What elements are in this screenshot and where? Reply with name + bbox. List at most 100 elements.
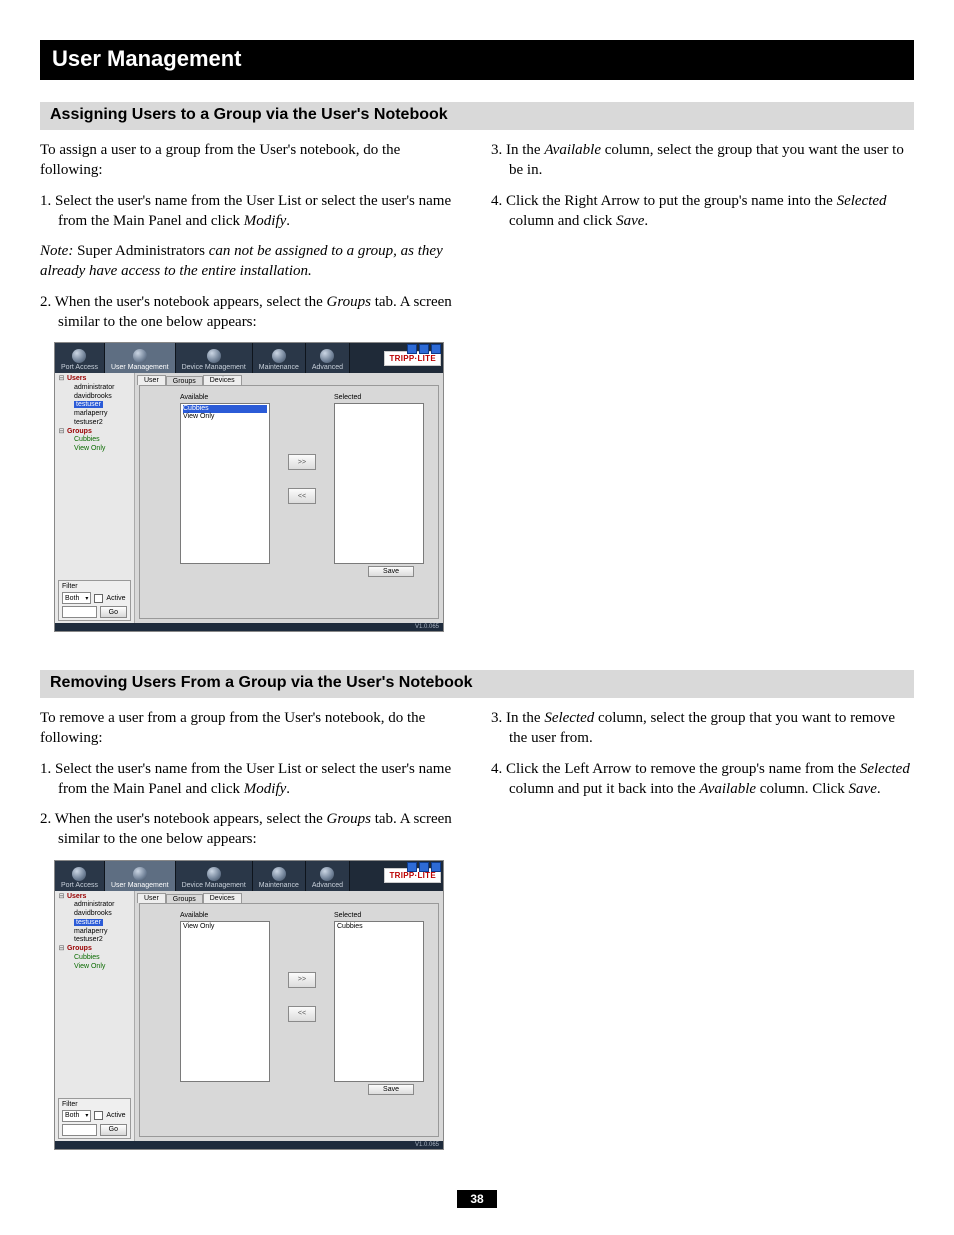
s2-step2: 2. When the user's notebook appears, sel… [40,809,463,850]
s1-step4-e: . [644,213,648,229]
filter-select[interactable]: Both▾ [62,592,91,604]
filter-active-label: Active [106,1112,125,1119]
subtab-user[interactable]: User [137,893,166,903]
tree-user-testuser[interactable]: testuser [58,919,131,928]
tree-user-testuser2[interactable]: testuser2 [58,419,131,428]
groups-panel: Available Cubbies View Only >> << [139,385,439,619]
dual-list: Available Cubbies View Only >> << [180,394,424,564]
page-number: 38 [457,1190,497,1208]
s2-step2-b: Groups [327,811,371,827]
available-listbox[interactable]: View Only [180,921,270,1082]
filter-text-input[interactable] [62,606,97,618]
s2-step3: 3. In the Selected column, select the gr… [491,708,914,749]
s2-step1-b: Modify [244,781,287,797]
available-item-cubbies[interactable]: Cubbies [183,405,267,413]
s2-step4-c: column and put it back into the [509,781,699,797]
subtab-devices[interactable]: Devices [203,375,242,385]
tree-group-viewonly[interactable]: View Only [58,963,131,972]
filter-active-checkbox[interactable] [94,594,103,603]
tree-groups[interactable]: ⊟ Groups [58,428,131,437]
dual-list: Available View Only >> << [180,912,424,1082]
selected-item-cubbies[interactable]: Cubbies [337,923,421,931]
filter-text-input[interactable] [62,1124,97,1136]
tab-user-management[interactable]: User Management [105,343,176,373]
filter-panel: Filter Both▾ Active Go [58,580,131,621]
s1-step1: 1. Select the user's name from the User … [40,191,463,232]
selected-listbox[interactable] [334,403,424,564]
tab-port-access[interactable]: Port Access [55,861,105,891]
s1-note: Note: Super Administrators can not be as… [40,241,463,282]
subtab-row: User Groups Devices [135,891,443,903]
shot2-sidebar: ⊟ Users administrator davidbrooks testus… [55,891,135,1141]
user-tree[interactable]: ⊟ Users administrator davidbrooks testus… [58,893,131,1098]
tree-user-david[interactable]: davidbrooks [58,393,131,402]
person-icon [133,349,147,363]
filter-active-checkbox[interactable] [94,1111,103,1120]
selected-listbox[interactable]: Cubbies [334,921,424,1082]
tree-user-admin[interactable]: administrator [58,384,131,393]
filter-go-button[interactable]: Go [100,606,127,618]
section1-left-col: To assign a user to a group from the Use… [40,140,463,642]
tab-maintenance-label: Maintenance [259,364,299,371]
tab-maintenance[interactable]: Maintenance [253,343,306,373]
user-tree[interactable]: ⊟ Users administrator davidbrooks testus… [58,375,131,580]
move-right-button[interactable]: >> [288,454,316,470]
person-icon [272,867,286,881]
tab-port-access[interactable]: Port Access [55,343,105,373]
available-label: Available [180,912,270,919]
tree-group-cubbies[interactable]: Cubbies [58,954,131,963]
section1-right-col: 3. In the Available column, select the g… [491,140,914,642]
filter-go-button[interactable]: Go [100,1124,127,1136]
s1-step1-b: Modify [244,213,287,229]
move-left-button[interactable]: << [288,1006,316,1022]
person-icon [72,867,86,881]
available-listbox[interactable]: Cubbies View Only [180,403,270,564]
tab-user-management[interactable]: User Management [105,861,176,891]
move-right-button[interactable]: >> [288,972,316,988]
s1-note-a: Note: [40,243,73,259]
tab-advanced[interactable]: Advanced [306,343,350,373]
s2-step4-f: Save [849,781,877,797]
person-icon [320,867,334,881]
document-page: User Management Assigning Users to a Gro… [0,0,954,1228]
s1-step3-a: 3. In the [491,142,544,158]
arrow-buttons: >> << [288,912,316,1082]
filter-select[interactable]: Both▾ [62,1110,91,1122]
s2-step2-a: 2. When the user's notebook appears, sel… [40,811,327,827]
tree-group-cubbies[interactable]: Cubbies [58,436,131,445]
available-item-viewonly[interactable]: View Only [183,413,267,421]
subtab-user[interactable]: User [137,375,166,385]
tree-user-testuser2[interactable]: testuser2 [58,936,131,945]
screenshot-assign: Port Access User Management Device Manag… [54,342,444,632]
available-item-viewonly[interactable]: View Only [183,923,267,931]
subtab-devices[interactable]: Devices [203,893,242,903]
section-heading-assign: Assigning Users to a Group via the User'… [40,102,914,130]
tree-user-admin[interactable]: administrator [58,901,131,910]
groups-panel: Available View Only >> << [139,903,439,1137]
tree-users[interactable]: ⊟ Users [58,375,131,384]
section-heading-remove: Removing Users From a Group via the User… [40,670,914,698]
s1-step3: 3. In the Available column, select the g… [491,140,914,181]
s1-note-b: Super Administrators [73,243,208,259]
s2-step4-e: column. Click [756,781,849,797]
tab-advanced[interactable]: Advanced [306,861,350,891]
tree-users[interactable]: ⊟ Users [58,893,131,902]
tree-user-testuser[interactable]: testuser [58,401,131,410]
version-bar: V1.0.065 [55,1141,443,1149]
person-icon [72,349,86,363]
tab-device-management[interactable]: Device Management [176,343,253,373]
s2-intro: To remove a user from a group from the U… [40,708,463,749]
tab-advanced-label: Advanced [312,364,343,371]
save-button[interactable]: Save [368,566,414,577]
tree-group-viewonly[interactable]: View Only [58,445,131,454]
tree-user-marla[interactable]: marlaperry [58,410,131,419]
save-button[interactable]: Save [368,1084,414,1095]
tree-user-david[interactable]: davidbrooks [58,910,131,919]
tab-maintenance[interactable]: Maintenance [253,861,306,891]
shot1-main: User Groups Devices Available Cubbies [135,373,443,623]
tree-user-marla[interactable]: marlaperry [58,928,131,937]
tree-groups[interactable]: ⊟ Groups [58,945,131,954]
move-left-button[interactable]: << [288,488,316,504]
tab-device-management[interactable]: Device Management [176,861,253,891]
s2-step4-a: 4. Click the Left Arrow to remove the gr… [491,761,860,777]
